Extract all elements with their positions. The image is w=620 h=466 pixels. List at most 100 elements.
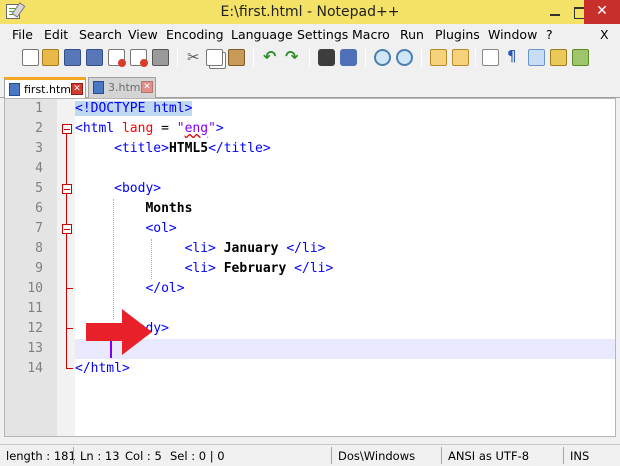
find-icon[interactable] [318, 49, 335, 66]
tab-label: 3.html [108, 81, 144, 94]
line-number: 2 [35, 121, 43, 136]
copy-icon[interactable] [206, 49, 223, 66]
document-tab-bar: first.html ✕ 3.html ✕ [0, 74, 620, 98]
undo-icon[interactable] [262, 47, 279, 66]
editor-pane[interactable]: 1 2 3 4 5 6 7 8 9 10 11 12 13 14 <!DOCTY… [4, 98, 616, 437]
toolbar-separator [421, 49, 422, 67]
close-document-button[interactable]: X [600, 27, 609, 42]
menu-edit[interactable]: Edit [44, 27, 68, 42]
open-file-icon[interactable] [42, 49, 59, 66]
new-file-icon[interactable] [22, 49, 39, 66]
code-line-10: </ol> [75, 279, 185, 299]
tag-token: </ol> [145, 281, 185, 296]
code-line-1: <!DOCTYPE html> [75, 99, 193, 119]
code-line-7: <ol> [75, 219, 177, 239]
status-selection: Sel : 0 | 0 [170, 449, 225, 463]
line-number-margin: 1 2 3 4 5 6 7 8 9 10 11 12 13 14 [5, 99, 57, 436]
menu-macro[interactable]: Macro [352, 27, 390, 42]
toolbar-separator [177, 49, 178, 67]
redo-icon[interactable] [284, 47, 301, 66]
paste-icon[interactable] [228, 49, 245, 66]
line-number: 14 [27, 361, 43, 376]
show-all-characters-icon[interactable] [504, 47, 521, 66]
tab-3-html[interactable]: 3.html ✕ [88, 77, 156, 98]
fold-toggle-icon[interactable] [62, 224, 72, 234]
close-icon[interactable] [108, 49, 126, 67]
value-quote-token: " [176, 121, 185, 136]
saved-document-icon [93, 81, 104, 94]
close-tab-icon[interactable]: ✕ [71, 83, 83, 95]
code-line-6: Months [75, 199, 192, 219]
value-quote-token: " [208, 121, 216, 136]
menu-encoding[interactable]: Encoding [166, 27, 224, 42]
menu-search[interactable]: Search [79, 27, 122, 42]
fold-line [66, 134, 67, 369]
close-window-button[interactable]: ✕ [584, 0, 620, 24]
menu-plugins[interactable]: Plugins [435, 27, 480, 42]
print-icon[interactable] [152, 49, 169, 66]
status-line: Ln : 13 [80, 449, 120, 463]
status-encoding[interactable]: ANSI as UTF-8 [448, 449, 529, 463]
line-number: 7 [35, 221, 43, 236]
save-icon[interactable] [64, 49, 81, 66]
word-wrap-icon[interactable] [482, 49, 499, 66]
current-line-highlight [75, 339, 615, 359]
tag-token: </title> [208, 141, 271, 156]
close-tab-icon[interactable]: ✕ [141, 81, 153, 93]
toolbar-separator [309, 49, 310, 67]
tag-token: <ol> [145, 221, 177, 236]
toolbar-separator [475, 49, 476, 67]
tag-token: <li> [184, 261, 216, 276]
saved-document-icon [9, 83, 20, 96]
function-list-icon[interactable] [572, 49, 589, 66]
fold-toggle-icon[interactable] [62, 124, 72, 134]
status-eol-format[interactable]: Dos\Windows [338, 449, 415, 463]
line-number: 6 [35, 201, 43, 216]
menu-view[interactable]: View [128, 27, 158, 42]
tab-first-html[interactable]: first.html ✕ [4, 77, 86, 98]
tag-token: <html [75, 121, 115, 136]
line-number: 9 [35, 261, 43, 276]
fold-toggle-icon[interactable] [62, 184, 72, 194]
sync-scroll-icon[interactable] [430, 49, 447, 66]
status-insert-mode[interactable]: INS [570, 449, 589, 463]
toolbar-separator [365, 49, 366, 67]
document-map-icon[interactable] [550, 49, 567, 66]
text-token: February [215, 261, 295, 276]
code-line-3: <title>HTML5</title> [75, 139, 271, 159]
code-line-8: <li> January </li> [75, 239, 326, 259]
menu-language[interactable]: Language [231, 27, 293, 42]
menu-bar: File Edit Search View Encoding Language … [0, 24, 620, 45]
menu-run[interactable]: Run [400, 27, 424, 42]
sync-scroll-horizontal-icon[interactable] [452, 49, 469, 66]
zoom-out-icon[interactable] [396, 49, 413, 66]
status-length: length : 181 [6, 449, 76, 463]
cut-icon[interactable] [186, 48, 203, 66]
line-number: 8 [35, 241, 43, 256]
status-bar: length : 181 Ln : 13 Col : 5 Sel : 0 | 0… [0, 444, 620, 466]
tag-token: > [215, 121, 224, 136]
menu-file[interactable]: File [12, 27, 33, 42]
replace-icon[interactable] [340, 49, 357, 66]
indent-guide-icon[interactable] [528, 49, 545, 66]
tag-token: </li> [286, 241, 326, 256]
zoom-in-icon[interactable] [374, 49, 391, 66]
line-number: 5 [35, 181, 43, 196]
text-token: January [215, 241, 287, 256]
status-column: Col : 5 [125, 449, 162, 463]
line-number: 4 [35, 161, 43, 176]
tab-label: first.html [24, 83, 75, 96]
tag-token: </html> [75, 361, 130, 376]
menu-settings[interactable]: Settings [297, 27, 348, 42]
operator-token: = [153, 121, 177, 136]
close-all-icon[interactable] [130, 49, 148, 67]
minimize-button[interactable] [544, 0, 566, 24]
menu-help[interactable]: ? [546, 27, 553, 42]
status-separator [441, 447, 442, 464]
line-number: 3 [35, 141, 43, 156]
fold-end-marker [66, 328, 73, 329]
save-all-icon[interactable] [86, 49, 103, 66]
code-line-5: <body> [75, 179, 161, 199]
tag-token: <body> [114, 181, 162, 196]
menu-window[interactable]: Window [488, 27, 537, 42]
